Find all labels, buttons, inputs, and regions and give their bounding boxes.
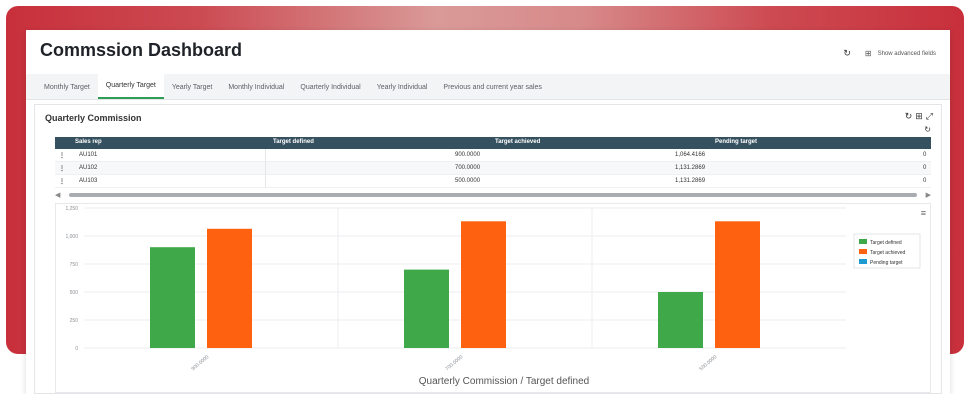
bar-target-achieved[interactable] — [461, 221, 506, 348]
legend-label[interactable]: Target defined — [870, 240, 902, 246]
y-tick-label: 250 — [70, 318, 79, 324]
cell-target-achieved: 1,064.4166 — [675, 152, 706, 158]
chart-canvas: 0 250 500 750 1,000 1,250 900.0000 700.0000 500.… — [65, 206, 921, 387]
page-header: Commssion Dashboard ↻ ⊞ Show advanced fi… — [26, 30, 950, 74]
hamburger-icon[interactable]: ≡ — [921, 208, 926, 218]
bar-target-defined[interactable] — [150, 247, 195, 348]
cell-target-achieved: 1,131.2869 — [675, 178, 706, 184]
cell-sales-rep: AU101 — [79, 152, 98, 158]
x-axis-title: Quarterly Commission / Target defined — [419, 376, 589, 387]
advanced-fields-icon[interactable]: ⊞ — [865, 49, 872, 58]
tab-monthly-individual[interactable]: Monthly Individual — [220, 84, 292, 99]
show-advanced-fields-link[interactable]: Show advanced fields — [878, 51, 936, 57]
dashboard-card: Commssion Dashboard ↻ ⊞ Show advanced fi… — [26, 30, 950, 394]
tab-monthly-target[interactable]: Monthly Target — [36, 84, 98, 99]
x-tick-label: 700.0000 — [444, 354, 464, 372]
x-tick-label: 500.0000 — [698, 354, 718, 372]
grid-icon[interactable]: ⊞ — [915, 111, 923, 122]
column-header-target-defined[interactable]: Target defined — [273, 139, 314, 145]
column-header-pending-target[interactable]: Pending target — [715, 139, 757, 145]
y-tick-label: 1,250 — [65, 206, 78, 212]
horizontal-scrollbar[interactable]: ◀ ▶ — [55, 191, 931, 199]
y-tick-label: 0 — [75, 346, 78, 352]
cell-target-defined: 500.0000 — [455, 178, 481, 184]
cell-sales-rep: AU102 — [79, 165, 98, 171]
refresh-icon[interactable]: ↻ — [905, 111, 913, 122]
cell-sales-rep: AU103 — [79, 178, 98, 184]
reload-icon[interactable]: ↻ — [924, 125, 931, 134]
tab-yearly-individual[interactable]: Yearly Individual — [369, 84, 436, 99]
table-row[interactable]: ⋮ AU101 900.0000 1,064.4166 0 — [55, 149, 931, 162]
section-title: Quarterly Commission — [45, 113, 142, 123]
cell-target-defined: 700.0000 — [455, 165, 481, 171]
commission-chart: ≡ 0 250 500 750 1,000 1,250 900.0000 700.0000 50… — [55, 203, 931, 393]
tab-bar: Monthly Target Quarterly Target Yearly T… — [26, 74, 950, 100]
legend-label[interactable]: Pending target — [870, 260, 903, 266]
column-divider — [265, 175, 266, 188]
tab-quarterly-individual[interactable]: Quarterly Individual — [292, 84, 368, 99]
bar-target-achieved[interactable] — [715, 221, 760, 348]
scroll-left-icon[interactable]: ◀ — [55, 191, 60, 199]
section-toolbar: ↻ ⊞ ⤢ — [905, 111, 933, 122]
cell-pending-target: 0 — [923, 152, 927, 158]
tab-yearly-target[interactable]: Yearly Target — [164, 84, 220, 99]
scrollbar-thumb[interactable] — [69, 193, 917, 197]
y-tick-label: 750 — [70, 262, 79, 268]
column-header-sales-rep[interactable]: Sales rep — [75, 139, 102, 145]
page-title: Commssion Dashboard — [40, 40, 243, 60]
legend-swatch[interactable] — [859, 259, 867, 264]
bar-target-achieved[interactable] — [207, 228, 252, 348]
table-header: Sales rep Target defined Target achieved… — [55, 137, 931, 149]
quarterly-commission-section: Quarterly Commission ↻ ⊞ ⤢ ↻ Sales rep T… — [34, 104, 942, 394]
legend-swatch[interactable] — [859, 249, 867, 254]
table-row[interactable]: ⋮ AU102 700.0000 1,131.2869 0 — [55, 162, 931, 175]
y-tick-label: 500 — [70, 290, 79, 296]
column-header-target-achieved[interactable]: Target achieved — [495, 139, 540, 145]
refresh-icon[interactable]: ↻ — [843, 48, 851, 59]
column-divider — [265, 149, 266, 162]
row-menu-icon[interactable]: ⋮ — [59, 178, 65, 185]
cell-target-defined: 900.0000 — [455, 152, 481, 158]
bar-target-defined[interactable] — [404, 269, 449, 348]
row-menu-icon[interactable]: ⋮ — [59, 152, 65, 159]
tab-quarterly-target[interactable]: Quarterly Target — [97, 74, 164, 99]
bar-target-defined[interactable] — [658, 292, 703, 348]
y-tick-label: 1,000 — [65, 234, 78, 240]
x-tick-label: 900.0000 — [190, 354, 210, 372]
fullscreen-icon[interactable]: ⤢ — [926, 111, 933, 122]
legend-label[interactable]: Target achieved — [870, 250, 906, 256]
tab-previous-current-year-sales[interactable]: Previous and current year sales — [435, 84, 549, 99]
cell-pending-target: 0 — [923, 178, 927, 184]
legend-swatch[interactable] — [859, 239, 867, 244]
cell-target-achieved: 1,131.2869 — [675, 165, 706, 171]
row-menu-icon[interactable]: ⋮ — [59, 165, 65, 172]
cell-pending-target: 0 — [923, 165, 927, 171]
header-actions: ↻ ⊞ Show advanced fields — [843, 48, 936, 59]
column-divider — [265, 162, 266, 175]
scroll-right-icon[interactable]: ▶ — [926, 191, 931, 199]
table-row[interactable]: ⋮ AU103 500.0000 1,131.2869 0 — [55, 175, 931, 188]
